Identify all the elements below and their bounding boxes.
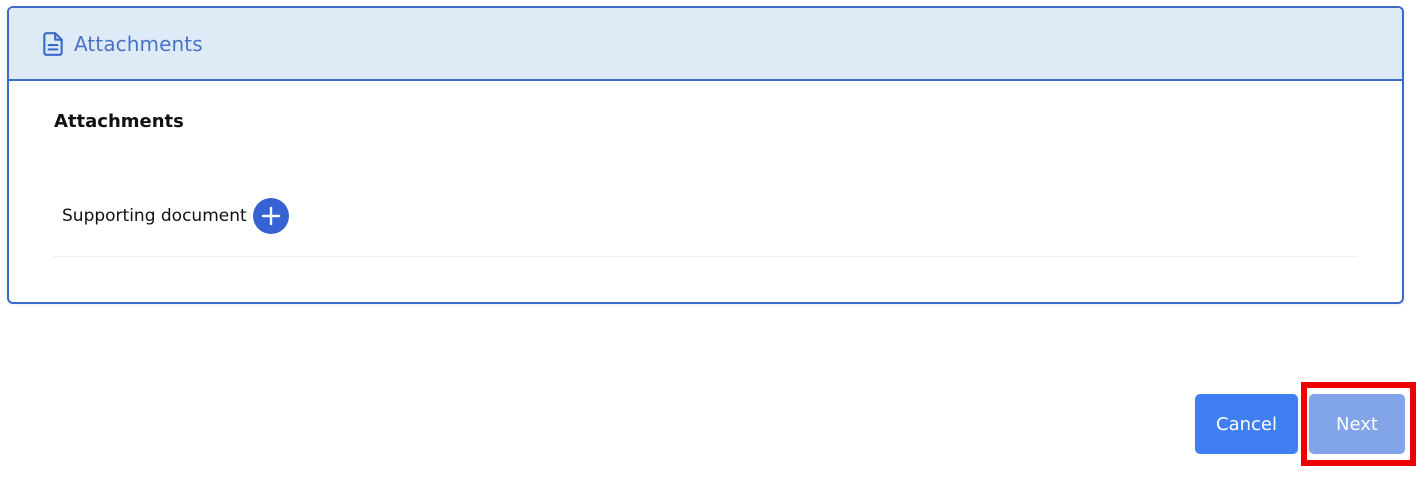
- next-button[interactable]: Next: [1309, 394, 1405, 454]
- page: Attachments Attachments Supporting docum…: [0, 0, 1424, 494]
- panel-header: Attachments: [9, 8, 1402, 81]
- panel-header-title: Attachments: [74, 31, 203, 56]
- plus-icon: [261, 206, 280, 226]
- supporting-document-field: Supporting document: [62, 198, 289, 234]
- footer-buttons: Cancel: [1195, 394, 1298, 454]
- cancel-button[interactable]: Cancel: [1195, 394, 1298, 454]
- supporting-document-label: Supporting document: [62, 206, 247, 226]
- divider: [53, 256, 1358, 257]
- section-title: Attachments: [54, 111, 184, 132]
- document-icon: [40, 31, 66, 57]
- attachments-panel: Attachments Attachments Supporting docum…: [7, 6, 1404, 304]
- add-supporting-document-button[interactable]: [252, 198, 289, 234]
